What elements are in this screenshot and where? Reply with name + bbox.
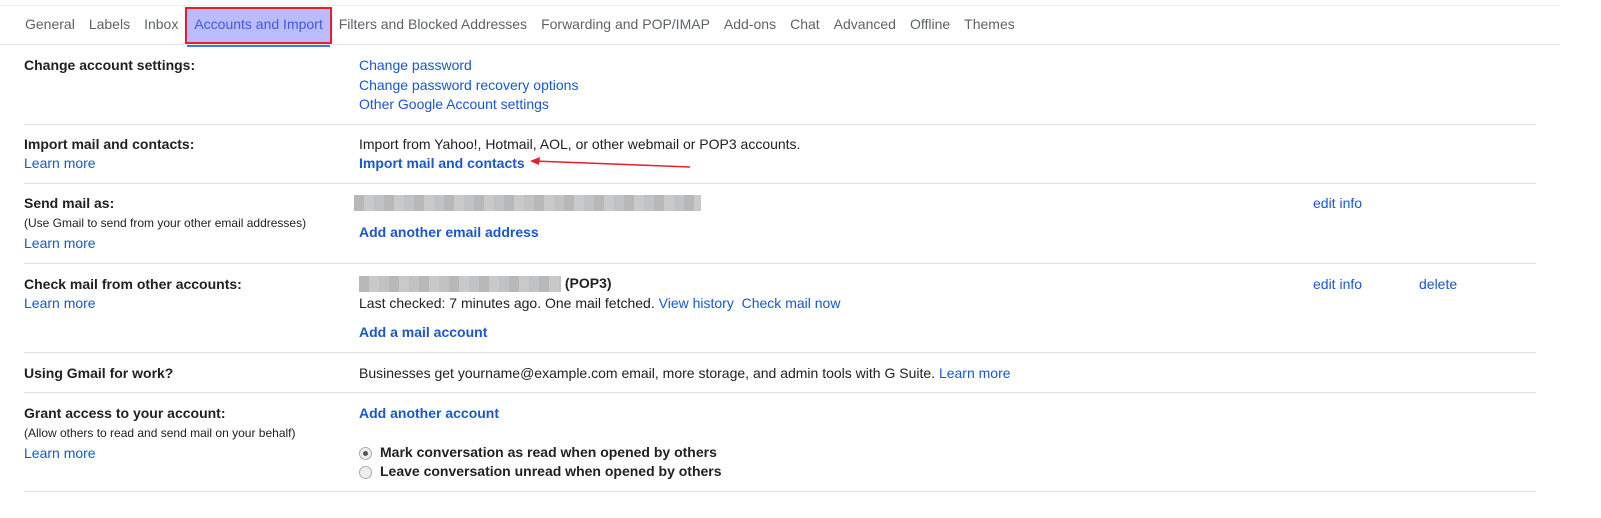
grant-label: Grant access to your account: bbox=[24, 405, 226, 421]
work-learn-more[interactable]: Learn more bbox=[939, 365, 1011, 381]
google-account-settings-link[interactable]: Other Google Account settings bbox=[359, 96, 549, 112]
radio-selected-icon[interactable] bbox=[359, 446, 372, 460]
import-label: Import mail and contacts: bbox=[24, 136, 195, 152]
annotation-arrow-icon bbox=[530, 157, 691, 168]
check-mail-now-link[interactable]: Check mail now bbox=[742, 295, 841, 311]
check-mail-edit-info[interactable]: edit info bbox=[1313, 276, 1362, 292]
change-account-label: Change account settings: bbox=[24, 57, 196, 73]
add-mail-account-link[interactable]: Add a mail account bbox=[359, 324, 487, 340]
pop3-account: (POP3) bbox=[359, 275, 612, 293]
pop3-suffix: (POP3) bbox=[564, 275, 612, 291]
radio-unselected-icon[interactable] bbox=[359, 465, 372, 479]
tab-inbox[interactable]: Inbox bbox=[137, 7, 185, 44]
grant-access-row: Grant access to your account: (Allow oth… bbox=[24, 393, 1536, 492]
work-label: Using Gmail for work? bbox=[24, 365, 174, 381]
tab-accounts-and-import[interactable]: Accounts and Import bbox=[185, 7, 332, 47]
leave-unread-label: Leave conversation unread when opened by… bbox=[380, 463, 722, 479]
check-mail-delete[interactable]: delete bbox=[1419, 276, 1457, 292]
tab-forwarding[interactable]: Forwarding and POP/IMAP bbox=[534, 7, 717, 44]
send-as-sub: (Use Gmail to send from your other email… bbox=[24, 216, 307, 230]
import-mail-contacts-link[interactable]: Import mail and contacts bbox=[359, 155, 525, 171]
tab-filters[interactable]: Filters and Blocked Addresses bbox=[332, 7, 534, 44]
check-mail-label: Check mail from other accounts: bbox=[24, 276, 242, 292]
gmail-for-work-row: Using Gmail for work? Businesses get you… bbox=[24, 353, 1536, 393]
work-text: Businesses get yourname@example.com emai… bbox=[359, 365, 936, 381]
grant-learn-more[interactable]: Learn more bbox=[24, 445, 96, 461]
tab-chat[interactable]: Chat bbox=[783, 7, 827, 44]
recovery-options-link[interactable]: Change password recovery options bbox=[359, 77, 578, 93]
redacted-email bbox=[354, 194, 701, 212]
tab-offline[interactable]: Offline bbox=[903, 7, 957, 44]
grant-sub: (Allow others to read and send mail on y… bbox=[24, 426, 296, 440]
tab-general[interactable]: General bbox=[18, 7, 82, 44]
check-mail-row: Check mail from other accounts: Learn mo… bbox=[24, 264, 1536, 353]
view-history-link[interactable]: View history bbox=[659, 295, 734, 311]
tab-themes[interactable]: Themes bbox=[957, 7, 1022, 44]
import-description: Import from Yahoo!, Hotmail, AOL, or oth… bbox=[359, 136, 801, 152]
add-email-address-link[interactable]: Add another email address bbox=[359, 224, 539, 240]
send-as-learn-more[interactable]: Learn more bbox=[24, 235, 96, 251]
send-mail-as-row: Send mail as: (Use Gmail to send from yo… bbox=[24, 184, 1536, 264]
import-learn-more[interactable]: Learn more bbox=[24, 155, 96, 171]
change-password-link[interactable]: Change password bbox=[359, 57, 472, 73]
work-text-line: Businesses get yourname@example.com emai… bbox=[359, 365, 1011, 381]
mark-read-label: Mark conversation as read when opened by… bbox=[380, 444, 717, 460]
send-as-label: Send mail as: bbox=[24, 195, 115, 211]
tab-labels[interactable]: Labels bbox=[82, 7, 137, 44]
tab-add-ons[interactable]: Add-ons bbox=[717, 7, 783, 44]
check-mail-learn-more[interactable]: Learn more bbox=[24, 295, 96, 311]
settings-tabs: General Labels Inbox Accounts and Import… bbox=[18, 7, 1022, 47]
add-another-account-link[interactable]: Add another account bbox=[359, 405, 499, 421]
tab-advanced[interactable]: Advanced bbox=[827, 7, 903, 44]
mark-read-option[interactable]: Mark conversation as read when opened by… bbox=[359, 444, 717, 460]
last-checked-text: Last checked: 7 minutes ago. One mail fe… bbox=[359, 295, 655, 311]
import-row: Import mail and contacts: Learn more Imp… bbox=[24, 125, 1536, 184]
change-account-row: Change account settings: Change password… bbox=[24, 45, 1536, 125]
send-as-edit-info[interactable]: edit info bbox=[1313, 195, 1362, 211]
leave-unread-option[interactable]: Leave conversation unread when opened by… bbox=[359, 463, 722, 479]
top-divider bbox=[0, 5, 1560, 6]
last-checked-line: Last checked: 7 minutes ago. One mail fe… bbox=[359, 295, 840, 311]
